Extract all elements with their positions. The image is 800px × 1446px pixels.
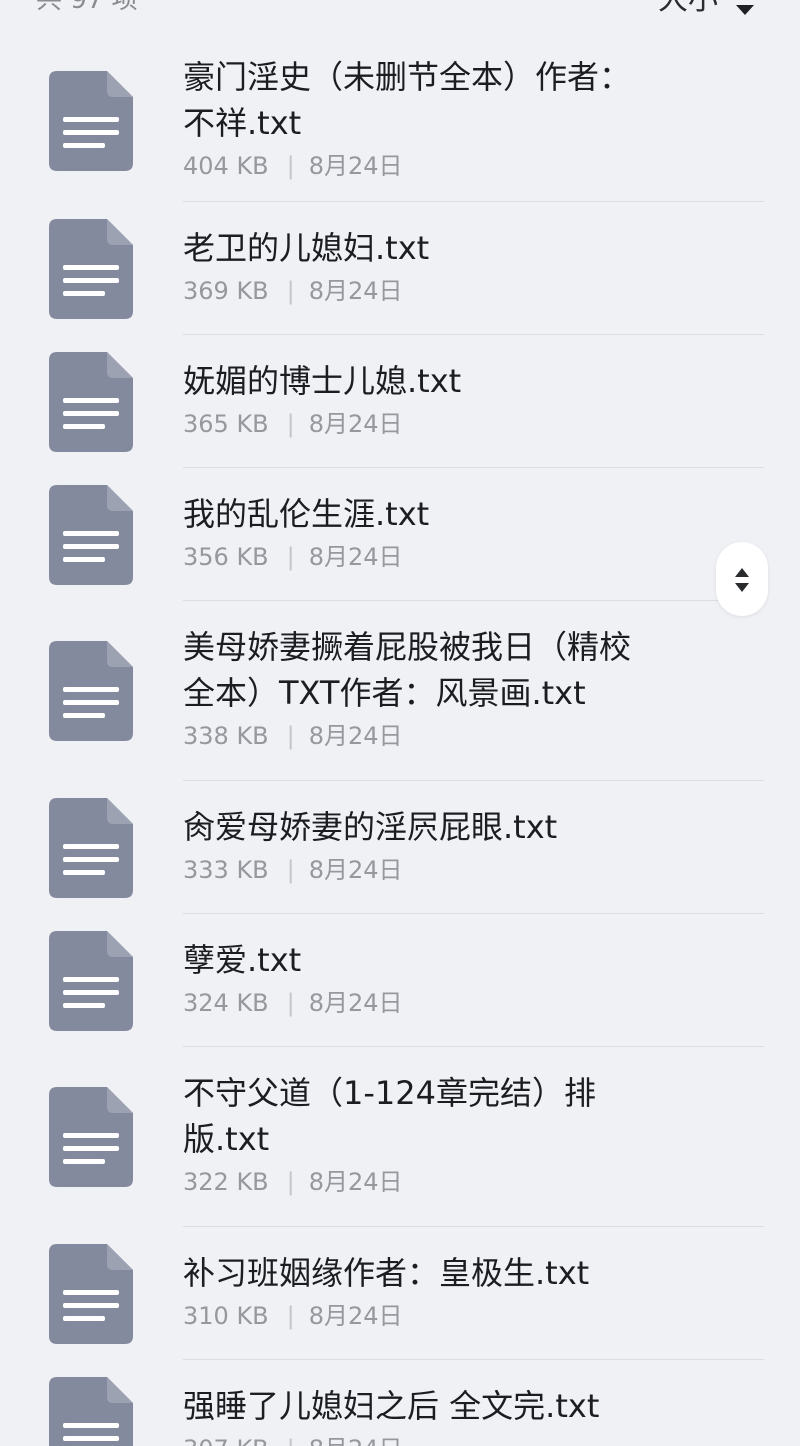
file-size: 333 KB (183, 855, 269, 884)
file-name: 肏爱母娇妻的淫屄屁眼.txt (183, 807, 558, 846)
file-text: 老卫的儿媳妇.txt 369 KB | 8月24日 (183, 225, 700, 309)
text-document-icon (49, 351, 133, 452)
file-list-item[interactable]: 老卫的儿媳妇.txt 369 KB | 8月24日 (0, 202, 800, 335)
file-name: 妩媚的博士儿媳.txt (183, 361, 462, 400)
file-list-item[interactable]: 不守父道（1-124章完结）排 版.txt 322 KB | 8月24日 (0, 1047, 800, 1227)
file-meta: 322 KB | 8月24日 (183, 1164, 700, 1200)
file-date: 8月24日 (308, 722, 403, 750)
file-name: 我的乱伦生涯.txt (183, 494, 430, 533)
file-date: 8月24日 (308, 542, 403, 571)
sort-dropdown[interactable]: 大小 (658, 0, 754, 22)
file-meta: 310 KB | 8月24日 (183, 1298, 700, 1334)
text-document-icon (49, 1376, 133, 1446)
text-document-icon (49, 71, 133, 171)
file-size: 310 KB (183, 1301, 269, 1330)
file-list-item[interactable]: 补习班姻缘作者：皇极生.txt 310 KB | 8月24日 (0, 1227, 800, 1360)
file-name: 美母娇妻撅着屁股被我日（精校 全本）TXT作者：风景画.txt (183, 628, 632, 712)
file-text: 美母娇妻撅着屁股被我日（精校 全本）TXT作者：风景画.txt 338 KB | 8月… (183, 624, 700, 754)
file-date: 8月24日 (308, 409, 403, 438)
caret-down-icon (736, 5, 754, 15)
file-text: 强睡了儿媳妇之后 全文完.txt 307 KB | 8月24日 (183, 1383, 700, 1446)
file-date: 8月24日 (309, 1435, 403, 1446)
file-meta: 369 KB | 8月24日 (183, 273, 700, 309)
file-size: 322 KB (183, 1168, 269, 1196)
fast-scroll-handle[interactable] (716, 542, 768, 616)
file-name: 强睡了儿媳妇之后 全文完.txt (183, 1386, 600, 1425)
sort-label: 大小 (658, 0, 718, 22)
text-document-icon (49, 484, 133, 585)
file-name: 不守父道（1-124章完结）排 版.txt (183, 1074, 596, 1158)
item-count: 共 97 项 (36, 0, 138, 15)
file-list-item[interactable]: 我的乱伦生涯.txt 356 KB | 8月24日 (0, 468, 800, 601)
meta-separator: | (286, 409, 295, 438)
file-list-item[interactable]: 强睡了儿媳妇之后 全文完.txt 307 KB | 8月24日 (0, 1360, 800, 1446)
file-list-item[interactable]: 孽爱.txt 324 KB | 8月24日 (0, 914, 800, 1047)
meta-separator: | (286, 152, 295, 180)
text-document-icon (49, 1087, 133, 1187)
text-document-icon (49, 797, 133, 898)
file-text: 妩媚的博士儿媳.txt 365 KB | 8月24日 (183, 358, 700, 442)
file-date: 8月24日 (308, 988, 403, 1017)
file-text: 补习班姻缘作者：皇极生.txt 310 KB | 8月24日 (183, 1250, 700, 1334)
meta-separator: | (287, 1431, 295, 1446)
meta-separator: | (286, 276, 295, 305)
file-meta: 333 KB | 8月24日 (183, 852, 700, 888)
file-name: 补习班姻缘作者：皇极生.txt (183, 1253, 590, 1292)
file-meta: 404 KB | 8月24日 (183, 148, 700, 184)
file-text: 孽爱.txt 324 KB | 8月24日 (183, 937, 700, 1021)
file-list-item[interactable]: 美母娇妻撅着屁股被我日（精校 全本）TXT作者：风景画.txt 338 KB | 8月… (0, 601, 800, 781)
meta-separator: | (286, 1168, 295, 1196)
file-name: 老卫的儿媳妇.txt (183, 228, 430, 267)
file-list-item[interactable]: 肏爱母娇妻的淫屄屁眼.txt 333 KB | 8月24日 (0, 781, 800, 914)
meta-separator: | (286, 1301, 295, 1330)
file-meta: 307 KB | 8月24日 (183, 1431, 700, 1446)
file-size: 307 KB (183, 1435, 269, 1446)
file-size: 338 KB (183, 722, 269, 750)
file-date: 8月24日 (308, 855, 403, 884)
file-name: 豪门淫史（未删节全本）作者： 不祥.txt (183, 58, 632, 142)
file-text: 肏爱母娇妻的淫屄屁眼.txt 333 KB | 8月24日 (183, 804, 700, 888)
file-list-item[interactable]: 妩媚的博士儿媳.txt 365 KB | 8月24日 (0, 335, 800, 468)
file-meta: 365 KB | 8月24日 (183, 406, 700, 442)
file-list: 豪门淫史（未删节全本）作者： 不祥.txt 404 KB | 8月24日 老卫的儿媳妇… (0, 40, 800, 1446)
text-document-icon (49, 1243, 133, 1344)
file-text: 豪门淫史（未删节全本）作者： 不祥.txt 404 KB | 8月24日 (183, 54, 700, 184)
file-date: 8月24日 (308, 1168, 403, 1196)
list-header: 共 97 项 大小 (0, 0, 800, 22)
text-document-icon (49, 218, 133, 319)
meta-separator: | (286, 542, 295, 571)
file-text: 不守父道（1-124章完结）排 版.txt 322 KB | 8月24日 (183, 1070, 700, 1200)
file-size: 404 KB (183, 152, 269, 180)
text-document-icon (49, 930, 133, 1031)
meta-separator: | (286, 988, 295, 1017)
file-size: 324 KB (183, 988, 269, 1017)
file-size: 356 KB (183, 542, 269, 571)
file-list-item[interactable]: 豪门淫史（未删节全本）作者： 不祥.txt 404 KB | 8月24日 (0, 40, 800, 202)
file-meta: 356 KB | 8月24日 (183, 539, 700, 575)
file-date: 8月24日 (308, 152, 403, 180)
scroll-handle-icon (735, 568, 749, 592)
meta-separator: | (286, 722, 295, 750)
file-meta: 338 KB | 8月24日 (183, 718, 700, 754)
text-document-icon (49, 641, 133, 741)
file-name: 孽爱.txt (183, 940, 302, 979)
file-date: 8月24日 (308, 276, 403, 305)
file-size: 369 KB (183, 276, 269, 305)
file-size: 365 KB (183, 409, 269, 438)
file-text: 我的乱伦生涯.txt 356 KB | 8月24日 (183, 491, 700, 575)
file-date: 8月24日 (308, 1301, 403, 1330)
meta-separator: | (286, 855, 295, 884)
file-manager-screen: 共 97 项 大小 豪门淫史（未删节全本）作者：不祥.txt 404 KB | 8月… (0, 0, 800, 1446)
file-meta: 324 KB | 8月24日 (183, 985, 700, 1021)
